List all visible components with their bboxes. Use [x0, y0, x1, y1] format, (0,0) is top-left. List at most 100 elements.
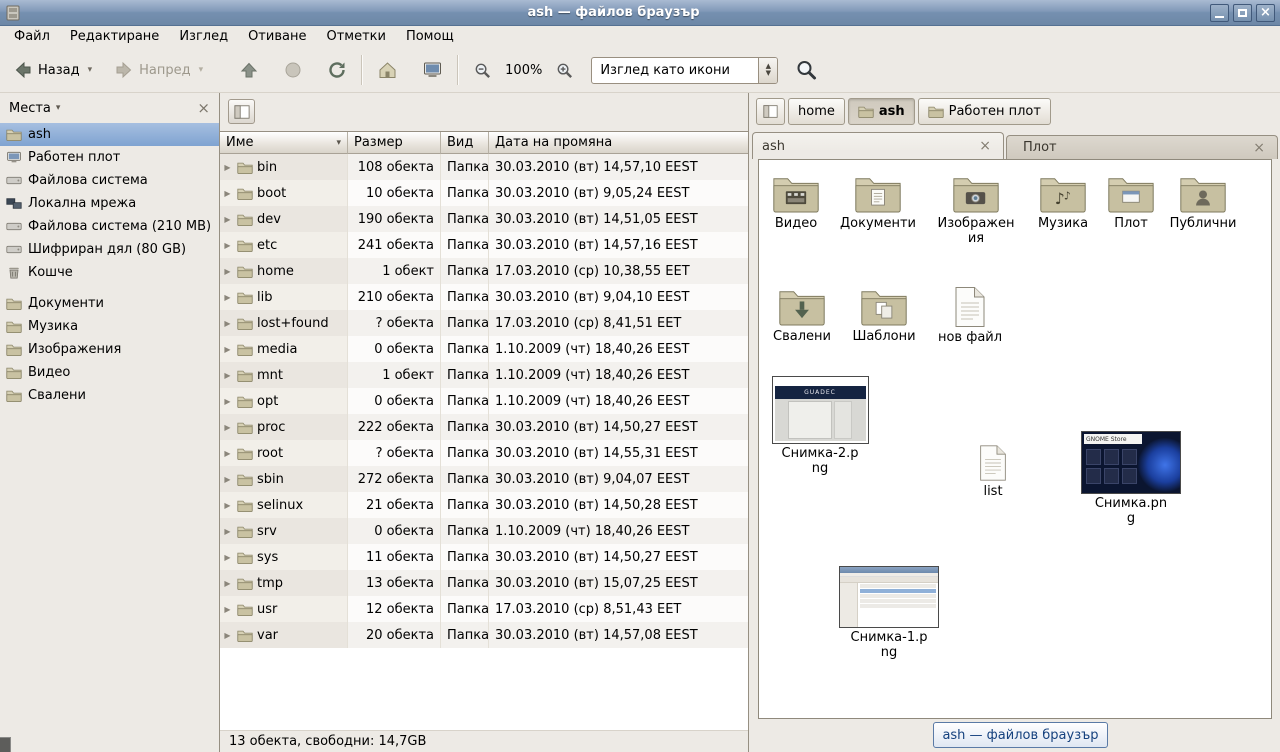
expander-icon[interactable]: ▶	[222, 163, 233, 172]
stop-button[interactable]	[278, 56, 308, 84]
expander-icon[interactable]: ▶	[222, 241, 233, 250]
column-header-date[interactable]: Дата на промяна	[489, 132, 748, 154]
sidebar-close-icon[interactable]: ×	[197, 101, 210, 116]
column-header-type[interactable]: Вид	[441, 132, 489, 154]
taskbar-window-button[interactable]: ash — файлов браузър	[933, 722, 1108, 748]
sidebar-item-video[interactable]: Видео	[0, 361, 219, 384]
column-header-name[interactable]: Име▾	[220, 132, 348, 154]
expander-icon[interactable]: ▶	[222, 215, 233, 224]
expander-icon[interactable]: ▶	[222, 527, 233, 536]
column-header-size[interactable]: Размер	[348, 132, 441, 154]
expander-icon[interactable]: ▶	[222, 605, 233, 614]
tab-desktop[interactable]: Плот×	[1006, 135, 1278, 159]
icon-item-desktop[interactable]: Плот	[1105, 174, 1157, 232]
sidebar-item-pictures[interactable]: Изображения	[0, 338, 219, 361]
home-button[interactable]	[372, 56, 403, 84]
sidebar-selector-chevron-icon[interactable]: ▾	[56, 103, 61, 113]
sidebar-item-trash[interactable]: Кошче	[0, 261, 219, 284]
menu-item-edit[interactable]: Редактиране	[60, 27, 169, 47]
icon-item-snimka-1[interactable]: Снимка-1.png	[835, 566, 943, 660]
icon-item-list[interactable]: list	[965, 444, 1021, 500]
icon-item-snimka-2[interactable]: GUADECСнимка-2.png	[767, 376, 873, 476]
back-button[interactable]: Назад	[8, 56, 85, 84]
expander-icon[interactable]: ▶	[222, 579, 233, 588]
table-row-opt[interactable]: ▶opt0 обектаПапка1.10.2009 (чт) 18,40,26…	[220, 388, 748, 414]
pane-location-button[interactable]	[228, 99, 255, 124]
expander-icon[interactable]: ▶	[222, 449, 233, 458]
icon-item-video[interactable]: Видео	[765, 174, 827, 232]
table-row-media[interactable]: ▶media0 обектаПапка1.10.2009 (чт) 18,40,…	[220, 336, 748, 362]
table-row-selinux[interactable]: ▶selinux21 обектаПапка30.03.2010 (вт) 14…	[220, 492, 748, 518]
tab-close-icon[interactable]: ×	[1250, 141, 1268, 155]
expander-icon[interactable]: ▶	[222, 397, 233, 406]
icon-item-snimka[interactable]: GNOME StoreСнимка.png	[1077, 431, 1185, 526]
sidebar-item-filesystem[interactable]: Файлова система	[0, 169, 219, 192]
close-button[interactable]	[1256, 4, 1275, 22]
table-row-proc[interactable]: ▶proc222 обектаПапка30.03.2010 (вт) 14,5…	[220, 414, 748, 440]
expander-icon[interactable]: ▶	[222, 345, 233, 354]
menu-item-file[interactable]: Файл	[4, 27, 60, 47]
menu-item-bookmarks[interactable]: Отметки	[316, 27, 395, 47]
sidebar-item-music[interactable]: Музика	[0, 315, 219, 338]
table-row-bin[interactable]: ▶bin108 обектаПапка30.03.2010 (вт) 14,57…	[220, 154, 748, 180]
expander-icon[interactable]: ▶	[222, 293, 233, 302]
up-button[interactable]	[234, 56, 264, 84]
expander-icon[interactable]: ▶	[222, 319, 233, 328]
table-row-var[interactable]: ▶var20 обектаПапка30.03.2010 (вт) 14,57,…	[220, 622, 748, 648]
icon-item-public[interactable]: Публични	[1167, 174, 1239, 232]
expander-icon[interactable]: ▶	[222, 501, 233, 510]
sidebar-item-desktop[interactable]: Работен плот	[0, 146, 219, 169]
sidebar-item-filesystem-210mb[interactable]: Файлова система (210 MB)	[0, 215, 219, 238]
sidebar-item-downloads[interactable]: Свалени	[0, 384, 219, 407]
table-row-etc[interactable]: ▶etc241 обектаПапка30.03.2010 (вт) 14,57…	[220, 232, 748, 258]
icon-item-templates[interactable]: Шаблони	[849, 287, 919, 345]
expander-icon[interactable]: ▶	[222, 189, 233, 198]
table-row-root[interactable]: ▶root? обектаПапка30.03.2010 (вт) 14,55,…	[220, 440, 748, 466]
menu-item-go[interactable]: Отиване	[238, 27, 316, 47]
menu-item-help[interactable]: Помощ	[396, 27, 464, 47]
sidebar-item-local-network[interactable]: Локална мрежа	[0, 192, 219, 215]
pathbar-button-desktop[interactable]: Работен плот	[918, 98, 1051, 125]
icon-view[interactable]: ВидеоДокументи Изображения ♪♪МузикаПлотПуб…	[758, 159, 1272, 719]
sidebar-item-encrypted-80gb[interactable]: Шифриран дял (80 GB)	[0, 238, 219, 261]
icon-item-downloads[interactable]: Свалени	[769, 287, 835, 345]
sidebar-item-ash[interactable]: ash	[0, 123, 219, 146]
search-button[interactable]	[790, 55, 822, 85]
tab-close-icon[interactable]: ×	[976, 139, 994, 153]
computer-button[interactable]	[417, 56, 448, 84]
table-row-lost-found[interactable]: ▶lost+found? обектаПапка17.03.2010 (ср) …	[220, 310, 748, 336]
icon-item-music[interactable]: ♪♪Музика	[1031, 174, 1095, 232]
icon-item-new-file[interactable]: нов файл	[935, 286, 1005, 346]
expander-icon[interactable]: ▶	[222, 267, 233, 276]
forward-history-dropdown[interactable]: ▾	[196, 61, 207, 79]
icon-item-pictures[interactable]: Изображения	[937, 174, 1015, 246]
minimize-button[interactable]	[1210, 4, 1229, 22]
table-row-usr[interactable]: ▶usr12 обектаПапка17.03.2010 (ср) 8,51,4…	[220, 596, 748, 622]
table-row-boot[interactable]: ▶boot10 обектаПапка30.03.2010 (вт) 9,05,…	[220, 180, 748, 206]
expander-icon[interactable]: ▶	[222, 475, 233, 484]
zoom-in-button[interactable]	[550, 57, 579, 84]
view-mode-spinner[interactable]: ▲▼	[758, 58, 777, 83]
menu-item-view[interactable]: Изглед	[169, 27, 238, 47]
sidebar-item-documents[interactable]: Документи	[0, 292, 219, 315]
expander-icon[interactable]: ▶	[222, 423, 233, 432]
table-row-sbin[interactable]: ▶sbin272 обектаПапка30.03.2010 (вт) 9,04…	[220, 466, 748, 492]
pathbar-scroll-button[interactable]	[756, 98, 785, 125]
pathbar-button-ash[interactable]: ash	[848, 98, 915, 125]
zoom-out-button[interactable]	[468, 57, 497, 84]
pathbar-button-home[interactable]: home	[788, 98, 845, 125]
table-row-dev[interactable]: ▶dev190 обектаПапка30.03.2010 (вт) 14,51…	[220, 206, 748, 232]
table-row-tmp[interactable]: ▶tmp13 обектаПапка30.03.2010 (вт) 15,07,…	[220, 570, 748, 596]
table-row-sys[interactable]: ▶sys11 обектаПапка30.03.2010 (вт) 14,50,…	[220, 544, 748, 570]
table-row-lib[interactable]: ▶lib210 обектаПапка30.03.2010 (вт) 9,04,…	[220, 284, 748, 310]
forward-button[interactable]: Напред	[109, 56, 195, 84]
back-history-dropdown[interactable]: ▾	[85, 61, 96, 79]
expander-icon[interactable]: ▶	[222, 631, 233, 640]
table-row-mnt[interactable]: ▶mnt1 обектПапка1.10.2009 (чт) 18,40,26 …	[220, 362, 748, 388]
icon-item-documents[interactable]: Документи	[839, 174, 917, 232]
view-mode-select[interactable]: Изглед като икони ▲▼	[591, 57, 778, 84]
maximize-button[interactable]	[1233, 4, 1252, 22]
tab-ash[interactable]: ash×	[752, 132, 1004, 159]
expander-icon[interactable]: ▶	[222, 553, 233, 562]
table-row-home[interactable]: ▶home1 обектПапка17.03.2010 (ср) 10,38,5…	[220, 258, 748, 284]
